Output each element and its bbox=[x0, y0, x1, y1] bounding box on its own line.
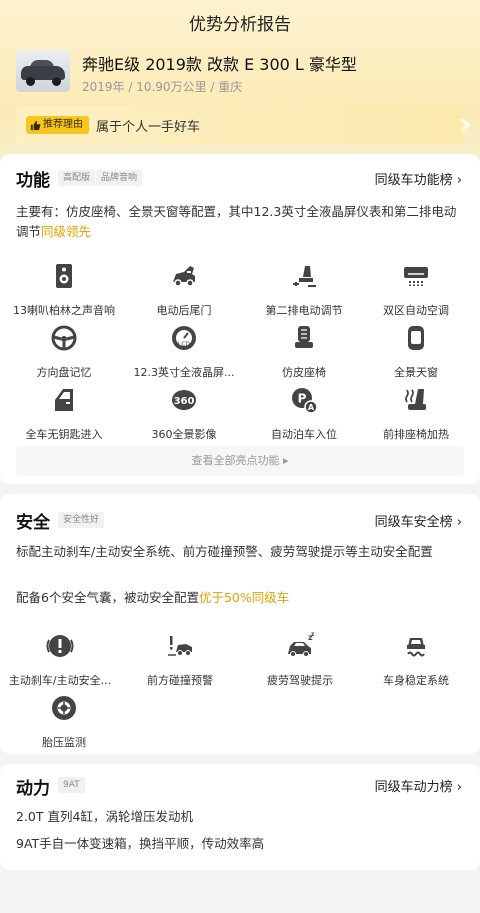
car-name: 奔驰E级 2019款 改款 E 300 L 豪华型 bbox=[82, 55, 357, 74]
safety-item[interactable]: 胎压监测 bbox=[4, 694, 124, 754]
feature-item[interactable]: 方向盘记忆 bbox=[4, 324, 124, 384]
feature-item-label: 双区自动空调 bbox=[383, 304, 449, 317]
safety-desc2-highlight: 优于50%同级车 bbox=[198, 590, 290, 605]
feature-description: 主要有：仿皮座椅、全景天窗等配置，其中12.3英寸全液晶屏仪表和第二排电动调节同… bbox=[16, 202, 464, 242]
feature-item[interactable]: 仿皮座椅 bbox=[244, 324, 364, 384]
feature-item-label: 前排座椅加热 bbox=[383, 428, 449, 441]
feature-item[interactable]: 前排座椅加热 bbox=[356, 386, 476, 446]
feature-item-label: 13喇叭柏林之声音响 bbox=[13, 304, 115, 317]
svg-text:LCD: LCD bbox=[178, 341, 191, 348]
power-rank-label: 同级车动力榜 bbox=[374, 780, 453, 795]
feature-chip-high-config: 高配版 bbox=[58, 170, 96, 186]
page-title: 优势分析报告 bbox=[189, 15, 291, 35]
feature-item[interactable]: 第二排电动调节 bbox=[244, 262, 364, 322]
svg-text:z: z bbox=[311, 632, 314, 638]
feature-item-label: 全景天窗 bbox=[394, 366, 438, 379]
steering-wheel-icon bbox=[51, 325, 77, 351]
feature-rank-link[interactable]: 同级车功能榜 › bbox=[375, 169, 462, 188]
car-door-icon bbox=[55, 389, 73, 411]
safety-section-title: 安全 bbox=[16, 513, 50, 533]
feature-rank-label: 同级车功能榜 bbox=[374, 173, 453, 188]
safety-rank-label: 同级车安全榜 bbox=[374, 515, 453, 530]
car-meta: 2019年 / 10.90万公里 / 重庆 bbox=[82, 80, 243, 94]
tire-pressure-icon bbox=[52, 696, 76, 720]
feature-desc-highlight: 同级领先 bbox=[41, 224, 92, 239]
power-chip: 9AT bbox=[58, 777, 85, 793]
recommend-tag: 推荐理由 bbox=[26, 116, 89, 134]
brake-warning-icon bbox=[46, 635, 74, 657]
collision-warning-icon bbox=[168, 636, 192, 656]
sunroof-icon bbox=[408, 326, 424, 350]
power-section-title: 动力 bbox=[16, 779, 50, 799]
safety-item[interactable]: 车身稳定系统 bbox=[356, 632, 476, 692]
recommend-reason-bar: 推荐理由 属于个人一手好车 ›› bbox=[16, 106, 474, 144]
stability-control-icon bbox=[407, 638, 425, 657]
thumbs-up-icon bbox=[30, 120, 41, 130]
feature-item-label: 自动泊车入位 bbox=[271, 428, 337, 441]
recommend-tag-label: 推荐理由 bbox=[43, 119, 83, 130]
safety-item-label: 胎压监测 bbox=[42, 736, 86, 749]
leather-seat-icon bbox=[295, 326, 313, 348]
feature-item[interactable]: 13喇叭柏林之声音响 bbox=[4, 262, 124, 322]
svg-text:P: P bbox=[298, 392, 307, 406]
safety-desc2-text: 配备6个安全气囊，被动安全配置 bbox=[16, 590, 199, 605]
bottom-spacer bbox=[0, 870, 480, 913]
power-engine-line: 2.0T 直列4缸，涡轮增压发动机 bbox=[16, 809, 193, 824]
speaker-icon bbox=[56, 264, 72, 288]
feature-item[interactable]: 全车无钥匙进入 bbox=[4, 386, 124, 446]
feature-item-label: 仿皮座椅 bbox=[282, 366, 326, 379]
safety-item[interactable]: 主动刹车/主动安全... bbox=[0, 632, 120, 692]
feature-chip-audio: 品牌音响 bbox=[96, 170, 143, 186]
feature-card: 功能 高配版 品牌音响 同级车功能榜 › 主要有：仿皮座椅、全景天窗等配置，其中… bbox=[0, 154, 480, 484]
safety-item-label: 前方碰撞预警 bbox=[147, 674, 213, 687]
feature-section-title: 功能 bbox=[16, 171, 50, 191]
feature-item-label: 全车无钥匙进入 bbox=[25, 428, 103, 441]
safety-card: 安全 安全性好 同级车安全榜 › 标配主动刹车/主动安全系统、前方碰撞预警、疲劳… bbox=[0, 494, 480, 754]
car-thumbnail[interactable] bbox=[16, 50, 70, 92]
power-transmission-line: 9AT手自一体变速箱，换挡平顺，传动效率高 bbox=[16, 836, 265, 851]
seat-heating-icon bbox=[405, 389, 426, 410]
recommend-reason-text: 属于个人一手好车 bbox=[96, 120, 201, 135]
feature-item[interactable]: 电动后尾门 bbox=[124, 262, 244, 322]
safety-description-1: 标配主动刹车/主动安全系统、前方碰撞预警、疲劳驾驶提示等主动安全配置 bbox=[16, 544, 433, 559]
feature-item[interactable]: 全景天窗 bbox=[356, 324, 476, 384]
view-all-features-button[interactable]: 查看全部亮点功能 ▸ bbox=[16, 446, 464, 476]
feature-item[interactable]: PA 自动泊车入位 bbox=[244, 386, 364, 446]
lcd-gauge-icon: LCD bbox=[172, 326, 196, 350]
power-tailgate-icon bbox=[173, 266, 195, 287]
chevron-right-icon: › bbox=[456, 780, 462, 795]
fatigue-alert-icon: zz bbox=[288, 631, 315, 657]
power-card: 动力 9AT 同级车动力榜 › 2.0T 直列4缸，涡轮增压发动机 9AT手自一… bbox=[0, 764, 480, 870]
seat-adjust-icon bbox=[293, 266, 316, 287]
feature-item-label: 第二排电动调节 bbox=[265, 304, 343, 317]
camera-360-icon: 360 bbox=[172, 390, 196, 410]
feature-item-label: 360全景影像 bbox=[151, 428, 217, 441]
air-conditioner-icon bbox=[404, 267, 428, 286]
safety-item[interactable]: zz 疲劳驾驶提示 bbox=[240, 631, 360, 692]
auto-parking-icon: PA bbox=[292, 388, 318, 414]
feature-item[interactable]: 双区自动空调 bbox=[356, 262, 476, 322]
feature-item[interactable]: LCD 12.3英寸全液晶屏... bbox=[124, 324, 244, 384]
feature-item-label: 方向盘记忆 bbox=[36, 366, 92, 379]
safety-chip: 安全性好 bbox=[58, 512, 105, 528]
safety-item-label: 疲劳驾驶提示 bbox=[267, 674, 333, 687]
feature-item-label: 12.3英寸全液晶屏... bbox=[133, 366, 235, 379]
svg-text:360: 360 bbox=[174, 396, 195, 407]
power-rank-link[interactable]: 同级车动力榜 › bbox=[375, 776, 462, 795]
chevron-right-icon: › bbox=[456, 515, 462, 530]
chevron-right-icon: › bbox=[456, 173, 462, 188]
safety-item-label: 主动刹车/主动安全... bbox=[8, 674, 112, 687]
feature-item-label: 电动后尾门 bbox=[156, 304, 212, 317]
safety-item-label: 车身稳定系统 bbox=[383, 674, 449, 687]
safety-item[interactable]: 前方碰撞预警 bbox=[120, 632, 240, 692]
feature-item[interactable]: 360 360全景影像 bbox=[124, 386, 244, 446]
svg-text:A: A bbox=[308, 403, 315, 412]
safety-description-2: 配备6个安全气囊，被动安全配置优于50%同级车 bbox=[16, 588, 464, 608]
safety-rank-link[interactable]: 同级车安全榜 › bbox=[375, 511, 462, 530]
